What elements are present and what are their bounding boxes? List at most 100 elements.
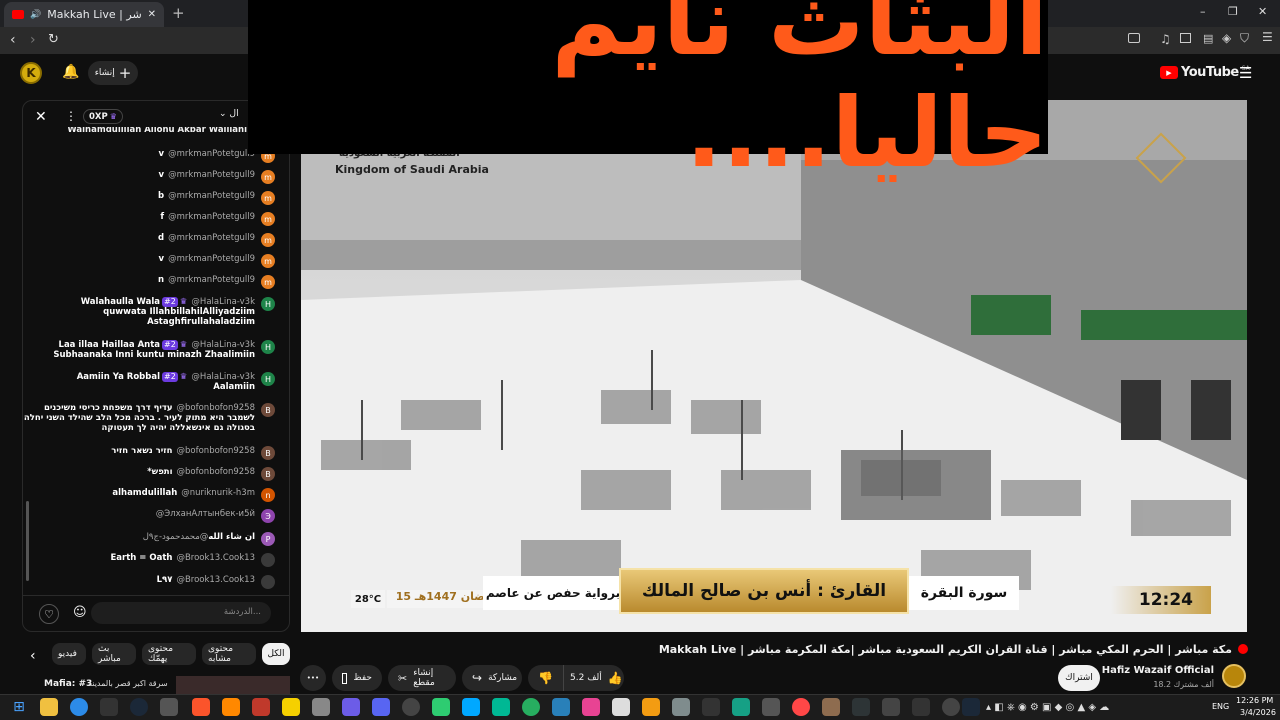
file-explorer-icon[interactable]	[40, 698, 58, 716]
clock-time[interactable]: 12:26 PM	[1236, 696, 1273, 705]
create-button[interactable]: إنشاء +	[88, 61, 138, 85]
points-badge[interactable]: 0XP ♛	[83, 109, 123, 124]
youtube-logo[interactable]: ▶ YouTube SA	[1160, 65, 1250, 80]
ea-icon[interactable]	[792, 698, 810, 716]
chat-avatar[interactable]: m	[261, 275, 275, 289]
app-icon-7[interactable]	[492, 698, 510, 716]
extensions-icon[interactable]: ▤	[1203, 32, 1213, 45]
settings-icon[interactable]	[402, 698, 420, 716]
chip-all[interactable]: الكل	[262, 643, 290, 665]
menu-icon[interactable]: ☰	[1262, 30, 1273, 44]
close-chat-icon[interactable]: ✕	[35, 109, 47, 125]
close-window-button[interactable]: ✕	[1258, 5, 1267, 18]
back-icon[interactable]: ‹	[10, 32, 16, 48]
forward-icon[interactable]: ›	[30, 32, 36, 48]
audio-icon[interactable]: 🔊	[30, 10, 41, 20]
like-button[interactable]: 👍	[608, 671, 623, 685]
share-button[interactable]: ↪ مشاركة	[462, 665, 522, 691]
emoji-icon[interactable]: ☺	[73, 605, 87, 620]
chip-similar[interactable]: محتوى مشابه	[202, 643, 256, 665]
chat-avatar[interactable]	[261, 553, 275, 567]
chat-username[interactable]: @mrkmanPotetgull9	[168, 233, 255, 243]
chat-username[interactable]: @bofonbofon9258	[177, 467, 255, 477]
reload-icon[interactable]: ↻	[48, 32, 59, 47]
steam-icon[interactable]	[130, 698, 148, 716]
sidebar-icon[interactable]	[1180, 33, 1191, 43]
chat-options-icon[interactable]: ⋮	[65, 109, 77, 123]
app-icon-10[interactable]	[582, 698, 600, 716]
app-icon-11[interactable]	[612, 698, 630, 716]
new-tab-button[interactable]: +	[172, 4, 185, 22]
chat-avatar[interactable]: m	[261, 191, 275, 205]
dislike-button[interactable]: 👎	[528, 665, 564, 691]
app-icon-19[interactable]	[882, 698, 900, 716]
app-icon-14[interactable]	[702, 698, 720, 716]
app-icon-4[interactable]	[342, 698, 360, 716]
app-icon-13[interactable]	[672, 698, 690, 716]
chat-avatar[interactable]: m	[261, 233, 275, 247]
channel-name[interactable]: Hafiz Wazaif Official	[1100, 665, 1214, 676]
heart-icon[interactable]: ♡	[39, 604, 59, 624]
app-icon-21[interactable]	[942, 698, 960, 716]
chat-avatar[interactable]: H	[261, 372, 275, 386]
chat-username[interactable]: @HalaLina-v3k	[191, 372, 255, 382]
chat-username[interactable]: @mrkmanPotetgull9	[168, 149, 255, 159]
tab-close-icon[interactable]: ✕	[148, 9, 156, 20]
app-icon-12[interactable]	[642, 698, 660, 716]
app-icon-2[interactable]	[282, 698, 300, 716]
app-icon-16[interactable]	[762, 698, 780, 716]
chat-username[interactable]: @HalaLina-v3k	[191, 297, 255, 307]
chat-avatar[interactable]: n	[261, 488, 275, 502]
chips-scroll-left-icon[interactable]: ‹	[30, 648, 36, 664]
save-button[interactable]: حفظ	[332, 665, 382, 691]
app-icon-9[interactable]	[552, 698, 570, 716]
channel-avatar[interactable]	[1222, 664, 1246, 688]
terminal-icon[interactable]	[160, 698, 178, 716]
vlc-icon[interactable]	[222, 698, 240, 716]
chat-username[interactable]: @Brook13.Cook13	[176, 553, 255, 563]
clock-date[interactable]: 3/4/2026	[1240, 708, 1276, 717]
chat-avatar[interactable]: Э	[261, 509, 275, 523]
chip-for-you[interactable]: محتوى يهمّك	[142, 643, 196, 665]
screenshot-icon[interactable]	[1128, 33, 1140, 43]
chat-username[interactable]: @mrkmanPotetgull9	[168, 275, 255, 285]
chat-username[interactable]: @mrkmanPotetgull9	[168, 254, 255, 264]
chat-avatar[interactable]: P	[261, 532, 275, 546]
restore-button[interactable]: ❐	[1228, 5, 1238, 18]
more-actions-button[interactable]: •••	[300, 665, 326, 691]
app-icon-18[interactable]	[852, 698, 870, 716]
brave-icon[interactable]	[192, 698, 210, 716]
account-avatar[interactable]: K	[20, 62, 42, 84]
chat-avatar[interactable]: H	[261, 340, 275, 354]
chat-avatar[interactable]: m	[261, 254, 275, 268]
chat-avatar[interactable]: H	[261, 297, 275, 311]
browser-tab[interactable]: 🔊 Makkah Live | مكة المكرمة مباشر ✕	[4, 2, 164, 27]
subscribe-button[interactable]: اشتراك	[1058, 665, 1100, 691]
chat-avatar[interactable]: B	[261, 403, 275, 417]
vpn-icon[interactable]: ⛉	[1240, 31, 1249, 46]
app-icon-20[interactable]	[912, 698, 930, 716]
chat-avatar[interactable]: B	[261, 467, 275, 481]
chip-video[interactable]: فيديو	[52, 643, 86, 665]
app-icon-15[interactable]	[732, 698, 750, 716]
up-next-item[interactable]: Mafia: #3 سرقة اكبر قصر بالمدينة	[0, 676, 290, 694]
start-icon[interactable]: ⊞	[10, 698, 28, 716]
minimize-button[interactable]: –	[1200, 5, 1206, 18]
chat-username[interactable]: @mrkmanPotetgull9	[168, 191, 255, 201]
steam-tray-icon[interactable]	[962, 698, 980, 716]
edge-icon[interactable]	[70, 698, 88, 716]
chat-username[interactable]: @mrkmanPotetgull9	[168, 212, 255, 222]
guide-menu-icon[interactable]: ☰	[1239, 64, 1252, 82]
discord-icon[interactable]	[372, 698, 390, 716]
app-icon-8[interactable]	[522, 698, 540, 716]
app-icon-1[interactable]	[252, 698, 270, 716]
chat-username[interactable]: @mrkmanPotetgull9	[168, 170, 255, 180]
chat-username[interactable]: @محمدحمود-ج٩ل	[143, 532, 209, 542]
chat-username[interactable]: @Brook13.Cook13	[176, 575, 255, 585]
app-icon-5[interactable]	[432, 698, 450, 716]
chat-avatar[interactable]: m	[261, 212, 275, 226]
app-icon-17[interactable]	[822, 698, 840, 716]
chip-live[interactable]: بث مباشر	[92, 643, 136, 665]
notifications-bell-icon[interactable]: 🔔	[62, 64, 79, 80]
epic-games-icon[interactable]	[100, 698, 118, 716]
